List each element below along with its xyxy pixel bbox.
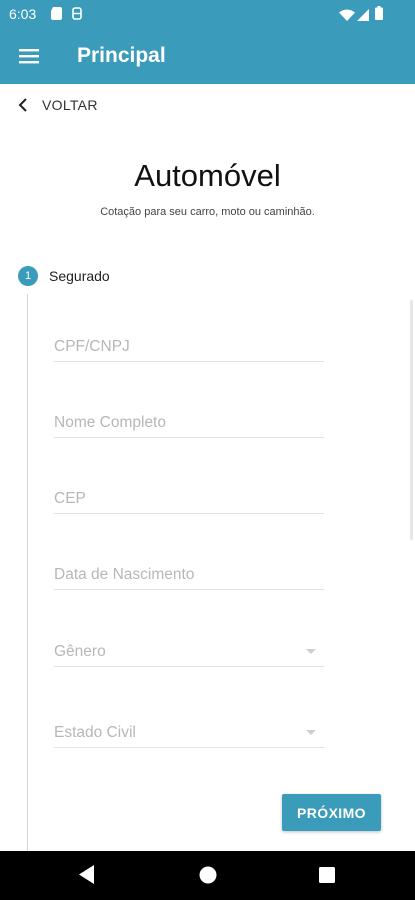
dropdown-arrow-icon — [306, 649, 316, 654]
cpf-cnpj-placeholder: CPF/CNPJ — [54, 338, 130, 355]
home-circle-icon[interactable] — [199, 866, 217, 889]
status-time: 6:03 — [9, 6, 37, 22]
dropdown-arrow-icon — [306, 730, 316, 735]
gender-placeholder: Gênero — [54, 643, 106, 660]
gender-select[interactable]: Gênero — [54, 637, 324, 667]
back-label: VOLTAR — [42, 97, 98, 113]
full-name-field[interactable]: Nome Completo — [54, 408, 324, 438]
page-subtitle: Cotação para seu carro, moto ou caminhão… — [100, 206, 315, 218]
cep-placeholder: CEP — [54, 490, 86, 507]
battery-icon — [375, 6, 383, 25]
step-label: Segurado — [49, 268, 110, 284]
birth-date-placeholder: Data de Nascimento — [54, 566, 195, 583]
storage-icon — [72, 7, 82, 25]
status-bar: 6:03 — [0, 0, 415, 28]
sd-card-icon — [51, 7, 62, 25]
step-number-badge: 1 — [18, 266, 38, 286]
back-button[interactable]: VOLTAR — [18, 94, 98, 116]
recents-square-icon[interactable] — [319, 867, 335, 888]
step-connector-line — [27, 294, 28, 854]
birth-date-field[interactable]: Data de Nascimento — [54, 560, 324, 590]
app-bar: Principal — [0, 28, 415, 84]
navigation-bar — [0, 851, 415, 900]
full-name-placeholder: Nome Completo — [54, 414, 166, 431]
app-bar-title: Principal — [77, 44, 166, 67]
wifi-icon — [339, 8, 355, 26]
chevron-left-icon — [18, 98, 27, 112]
scrollbar[interactable] — [410, 300, 413, 540]
cep-field[interactable]: CEP — [54, 484, 324, 514]
page-title: Automóvel — [134, 158, 281, 193]
signal-icon — [357, 8, 369, 26]
back-triangle-icon[interactable] — [79, 865, 95, 889]
hamburger-menu-icon[interactable] — [18, 45, 40, 67]
next-button[interactable]: PRÓXIMO — [282, 794, 381, 831]
marital-status-placeholder: Estado Civil — [54, 724, 136, 741]
cpf-cnpj-field[interactable]: CPF/CNPJ — [54, 332, 324, 362]
marital-status-select[interactable]: Estado Civil — [54, 718, 324, 748]
